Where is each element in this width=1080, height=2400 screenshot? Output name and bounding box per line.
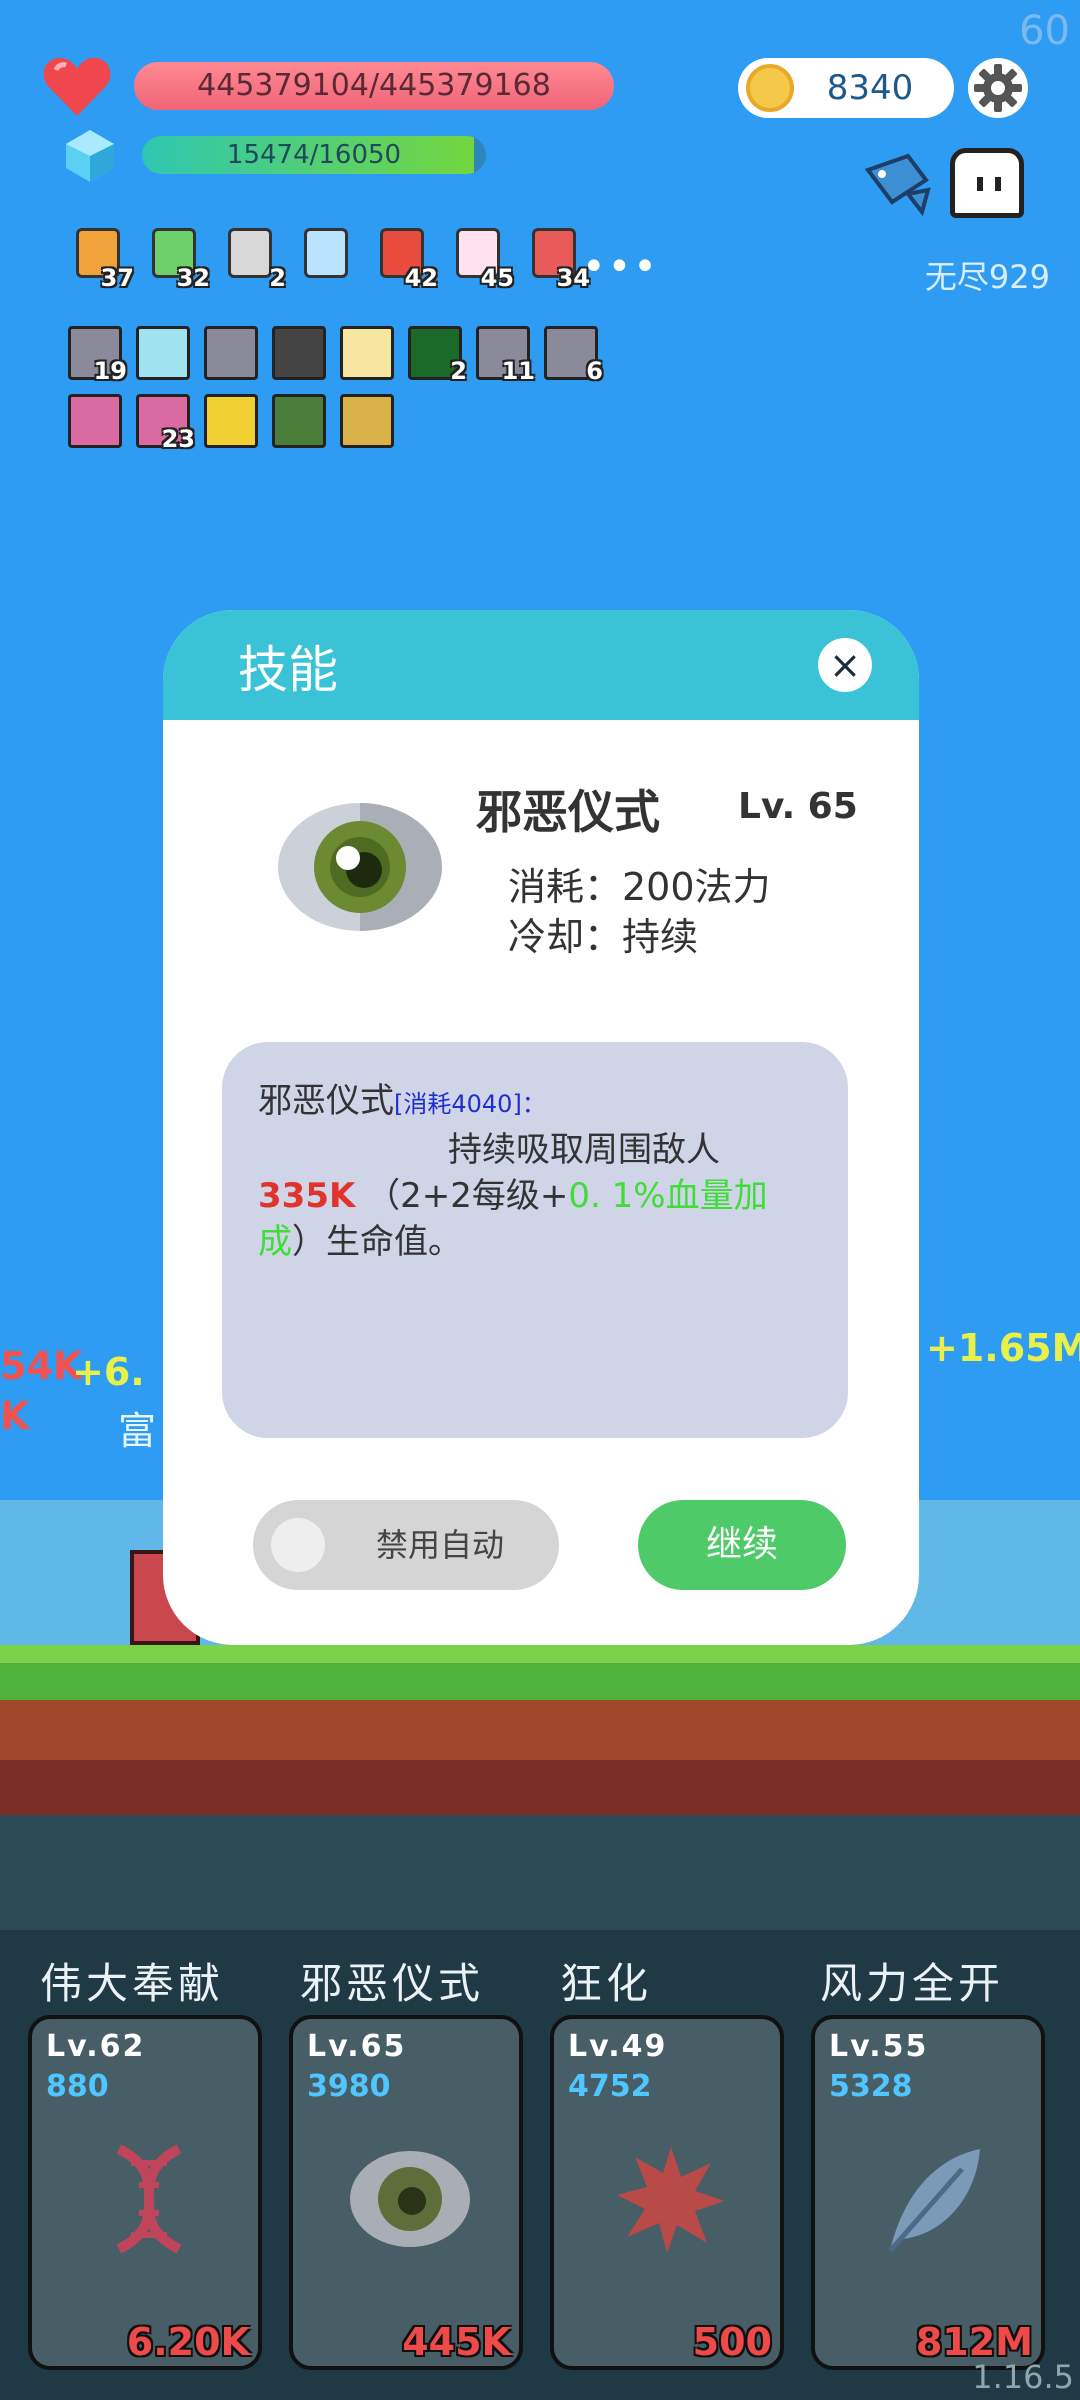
- eye-icon: [350, 2139, 470, 2259]
- pink-rune-icon[interactable]: 23: [136, 394, 195, 453]
- desc-cost-tag: 消耗4040: [403, 1090, 513, 1118]
- skill-card-value: 6.20K: [126, 2320, 250, 2364]
- skill-card[interactable]: Lv.62 880 6.20K: [28, 2015, 262, 2370]
- hp-text: 445379104/445379168: [197, 68, 551, 103]
- skill-level: Lv. 65: [738, 786, 858, 827]
- skill-count-badge: 19: [93, 357, 127, 385]
- version-label: 1.16.5: [972, 2358, 1074, 2396]
- ghost-icon[interactable]: [950, 148, 1024, 218]
- skill-card-cost: 880: [46, 2069, 109, 2104]
- matrix-skill-icon[interactable]: 2: [408, 326, 467, 385]
- fps-counter: 60: [1019, 8, 1070, 54]
- damage-number: K: [0, 1394, 30, 1438]
- continue-button[interactable]: 继续: [638, 1500, 846, 1590]
- hook-icon[interactable]: 2: [222, 222, 286, 292]
- skill-card-cost: 3980: [307, 2069, 391, 2104]
- endless-wave-label: 无尽929: [924, 258, 1050, 296]
- slash-skill-icon[interactable]: 6: [544, 326, 603, 385]
- mana-text: 15474/16050: [226, 140, 402, 170]
- item-count-badge: 42: [404, 264, 438, 292]
- skill-card-cost: 5328: [829, 2069, 913, 2104]
- watermelon-icon[interactable]: 34: [526, 222, 590, 292]
- skill-bar-label: 伟大奉献: [40, 1959, 225, 2008]
- desc-end: ）生命值。: [292, 1222, 462, 1262]
- light-skill-icon[interactable]: [136, 326, 190, 380]
- skill-count-badge: 11: [501, 357, 535, 385]
- auto-toggle-label: 禁用自动: [375, 1526, 504, 1564]
- skill-count-badge: 23: [161, 425, 195, 453]
- dark-blade-icon[interactable]: [272, 326, 326, 380]
- skill-cost: 消耗：200法力: [508, 865, 771, 909]
- flower-icon[interactable]: 45: [450, 222, 514, 292]
- item-count-badge: 32: [176, 264, 210, 292]
- fish-icon[interactable]: [862, 150, 942, 220]
- coin-amount: 8340: [826, 68, 914, 108]
- slash-skill-icon[interactable]: 11: [476, 326, 535, 385]
- skull-skill-icon[interactable]: [204, 394, 258, 448]
- skill-bar-label: 风力全开: [820, 1959, 1005, 2008]
- grass-highlight: [0, 1645, 1080, 1663]
- sock-icon[interactable]: 42: [374, 222, 438, 292]
- shield-skill-icon[interactable]: [340, 394, 394, 448]
- money-heart-icon[interactable]: 32: [146, 222, 210, 292]
- toggle-knob[interactable]: [271, 1518, 325, 1572]
- skill-card-level: Lv.65: [307, 2029, 407, 2064]
- splat-icon: [611, 2139, 731, 2259]
- gear-icon[interactable]: [966, 56, 1030, 120]
- skill-card-value: 500: [692, 2320, 772, 2364]
- skill-count-badge: 6: [586, 357, 603, 385]
- desc-mid: （2+2每级+: [355, 1176, 569, 1216]
- pink-rune-icon[interactable]: [68, 394, 122, 448]
- item-count-badge: 2: [269, 264, 286, 292]
- heal-number: +1.65M: [926, 1326, 1080, 1370]
- slash-skill-icon[interactable]: [204, 326, 258, 380]
- skill-card-level: Lv.49: [568, 2029, 668, 2064]
- desc-bracket-open: [: [394, 1090, 404, 1118]
- skill-card-level: Lv.62: [46, 2029, 146, 2064]
- dna-icon: [89, 2139, 209, 2259]
- desc-bracket-close: ]：: [512, 1090, 546, 1118]
- dialog-title: 技能: [238, 641, 338, 699]
- desc-value: 335K: [258, 1176, 356, 1216]
- skill-card-level: Lv.55: [829, 2029, 929, 2064]
- skill-card[interactable]: Lv.49 4752 500: [550, 2015, 784, 2370]
- floating-text: 富: [118, 1409, 157, 1453]
- skill-card[interactable]: Lv.55 5328 812M: [811, 2015, 1045, 2370]
- eye-icon: [278, 803, 442, 931]
- close-button[interactable]: ×: [818, 638, 872, 692]
- sword-icon[interactable]: [298, 222, 354, 284]
- skill-cooldown: 冷却：持续: [508, 915, 699, 959]
- skill-count-badge: 2: [450, 357, 467, 385]
- water-strip: [0, 1815, 1080, 1945]
- burst-skill-icon[interactable]: [340, 326, 394, 380]
- skill-name: 邪恶仪式: [476, 785, 660, 839]
- desc-line: 持续吸取周围敌人: [448, 1130, 720, 1170]
- feather-icon: [872, 2139, 992, 2259]
- more-items-icon[interactable]: •••: [582, 244, 659, 290]
- skill-bar-label: 邪恶仪式: [300, 1959, 485, 2008]
- mana-crystal-icon: [66, 130, 114, 182]
- skill-description: 邪恶仪式[消耗4040]： 持续吸取周围敌人 335K （2+2每级+0. 1%…: [258, 1078, 818, 1265]
- skill-card-value: 445K: [402, 2320, 511, 2364]
- heart-icon: [43, 57, 111, 116]
- slash-skill-icon[interactable]: 19: [68, 326, 127, 385]
- book-icon[interactable]: 37: [70, 222, 134, 292]
- skill-bar-label: 狂化: [560, 1959, 653, 2008]
- heal-number: +6.: [72, 1350, 145, 1394]
- skill-card[interactable]: Lv.65 3980 445K: [289, 2015, 523, 2370]
- desc-skill-name: 邪恶仪式: [258, 1081, 394, 1121]
- item-count-badge: 45: [480, 264, 514, 292]
- item-count-badge: 37: [100, 264, 134, 292]
- plant-skill-icon[interactable]: [272, 394, 326, 448]
- deep-dirt: [0, 1760, 1080, 1815]
- damage-number: 54K: [0, 1344, 83, 1388]
- skill-card-cost: 4752: [568, 2069, 652, 2104]
- coin-icon: [746, 64, 794, 112]
